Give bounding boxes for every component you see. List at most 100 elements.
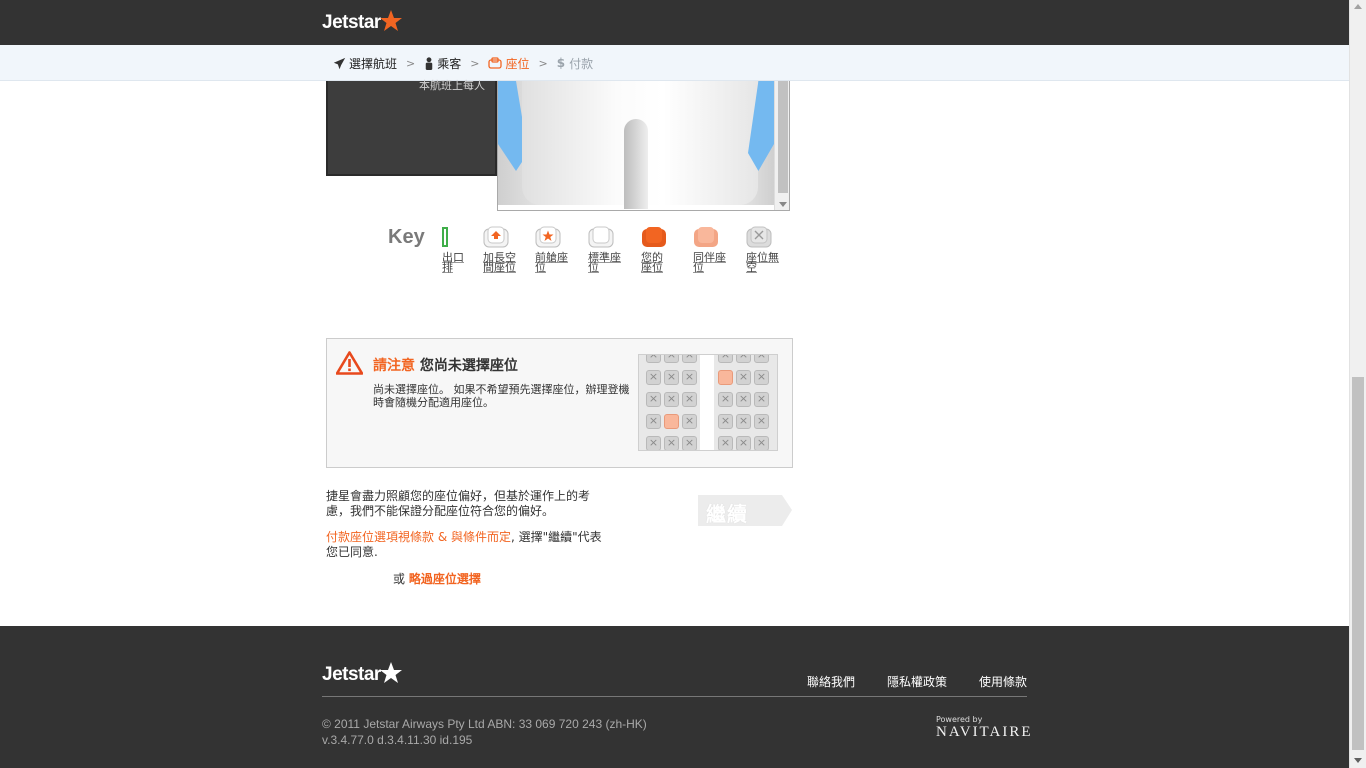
warning-title-text: 您尚未選擇座位 <box>419 358 518 374</box>
jetstar-logo[interactable]: Jetstar <box>322 10 403 36</box>
mini-companion-seat <box>718 370 733 385</box>
seat-map-viewport[interactable] <box>497 81 790 211</box>
scroll-down-arrow-icon[interactable] <box>1354 758 1362 763</box>
mini-unavailable-seat: × <box>646 370 661 385</box>
dollar-icon: $ <box>556 56 566 70</box>
mini-unavailable-seat: × <box>646 392 661 407</box>
breadcrumb-label: 付款 <box>569 56 594 71</box>
star-icon <box>379 662 402 683</box>
no-seat-selected-warning: 請注意 您尚未選擇座位 尚未選擇座位。 如果不希望預先選擇座位，辦理登機時會隨機… <box>326 338 793 468</box>
breadcrumb-step-flights[interactable]: 選擇航班 <box>333 55 397 72</box>
standard-seat-icon <box>588 226 614 248</box>
breadcrumb-step-passengers[interactable]: 乘客 <box>424 55 461 72</box>
scrollbar-thumb[interactable] <box>778 81 788 193</box>
key-unavailable: 座位無空 <box>746 226 798 273</box>
key-label: 前艙座位 <box>535 251 568 274</box>
warning-title-highlight: 請注意 <box>373 358 415 374</box>
mini-unavailable-seat: × <box>664 436 679 450</box>
continue-button-label: 繼續 <box>706 502 748 526</box>
seat-map-scrollbar[interactable] <box>774 81 789 210</box>
page-footer: Jetstar 聯絡我們 隱私權政策 使用條款 © 2011 Jetstar A… <box>0 626 1349 768</box>
warning-body: 尚未選擇座位。 如果不希望預先選擇座位，辦理登機時會隨機分配適用座位。 <box>373 383 630 409</box>
page-scrollbar[interactable] <box>1349 0 1366 768</box>
key-companion-seat: 同伴座位 <box>693 226 745 273</box>
mini-unavailable-seat: × <box>682 370 697 385</box>
powered-by-text: Powered by <box>936 715 983 724</box>
chevron-right-icon: > <box>470 56 480 70</box>
key-standard: 標準座位 <box>588 226 640 273</box>
footer-link-terms[interactable]: 使用條款 <box>979 673 1027 690</box>
continue-button[interactable]: 繼續 <box>698 495 792 526</box>
extra-legroom-seat-icon <box>483 226 509 248</box>
person-icon <box>425 56 433 70</box>
skip-prefix: 或 <box>393 572 406 586</box>
breadcrumb-label: 座位 <box>505 56 530 71</box>
plane-illustration <box>498 81 774 209</box>
mini-aisle <box>700 355 714 450</box>
mini-unavailable-seat: × <box>736 436 751 450</box>
powered-by-navitaire: Powered by NAVITAIRE <box>936 715 1033 741</box>
mini-unavailable-seat: × <box>754 414 769 429</box>
breadcrumb-step-seats[interactable]: 座位 <box>488 55 529 72</box>
key-front-cabin: 前艙座位 <box>535 226 587 273</box>
mini-unavailable-seat: × <box>736 355 751 363</box>
top-header: Jetstar <box>0 0 1349 45</box>
chevron-right-icon: > <box>406 56 416 70</box>
breadcrumb: 選擇航班 > 乘客 > 座位 > $ 付款 <box>333 45 593 81</box>
copyright-text: © 2011 Jetstar Airways Pty Ltd ABN: 33 0… <box>322 717 647 731</box>
logo-text: Jetstar <box>322 12 381 33</box>
key-extra-legroom: 加長空間座位 <box>483 226 535 273</box>
footer-jetstar-logo[interactable]: Jetstar <box>322 662 403 686</box>
your-seat-icon <box>642 227 666 247</box>
front-cabin-seat-icon <box>535 226 561 248</box>
mini-unavailable-seat: × <box>682 355 697 363</box>
key-label: 出口排 <box>442 251 464 274</box>
mini-unavailable-seat: × <box>664 370 679 385</box>
footer-link-privacy[interactable]: 隱私權政策 <box>887 673 947 690</box>
key-label: 同伴座位 <box>693 251 726 274</box>
fare-info-text: 本航班上每人 <box>419 79 485 92</box>
key-title: Key <box>388 226 425 248</box>
mini-unavailable-seat: × <box>736 392 751 407</box>
exit-row-icon <box>442 227 448 247</box>
mini-unavailable-seat: × <box>682 436 697 450</box>
page-scrollbar-thumb[interactable] <box>1352 377 1364 750</box>
footer-copyright: © 2011 Jetstar Airways Pty Ltd ABN: 33 0… <box>322 716 647 748</box>
mini-unavailable-seat: × <box>646 355 661 363</box>
footer-links: 聯絡我們 隱私權政策 使用條款 <box>807 673 1027 690</box>
scroll-up-arrow-icon[interactable] <box>1354 4 1362 9</box>
mini-unavailable-seat: × <box>754 355 769 363</box>
version-text: v.3.4.77.0 d.3.4.11.30 id.195 <box>322 733 473 747</box>
unavailable-seat-icon <box>746 226 772 248</box>
breadcrumb-bar: 選擇航班 > 乘客 > 座位 > $ 付款 <box>0 45 1349 81</box>
plane-tail <box>624 119 648 209</box>
mini-unavailable-seat: × <box>664 355 679 363</box>
fare-info-box: 本航班上每人 <box>326 79 497 176</box>
skip-seat-selection-link[interactable]: 略過座位選擇 <box>409 572 481 586</box>
navitaire-logo-text: NAVITAIRE <box>936 724 1033 740</box>
mini-unavailable-seat: × <box>664 392 679 407</box>
key-your-seat: 您的座位 <box>641 226 693 273</box>
terms-link[interactable]: 付款座位選項視條款 & 與條件而定 <box>326 530 511 544</box>
mini-unavailable-seat: × <box>718 355 733 363</box>
mini-unavailable-seat: × <box>682 392 697 407</box>
mini-unavailable-seat: × <box>754 392 769 407</box>
mini-seat-map-illustration: × × × × × × × × × × × × × × × × × × × × × × × × × × × × <box>638 354 778 451</box>
star-icon <box>379 10 402 31</box>
mini-unavailable-seat: × <box>646 436 661 450</box>
breadcrumb-label: 選擇航班 <box>349 56 398 71</box>
chevron-right-icon: > <box>538 56 548 70</box>
scroll-down-arrow-icon[interactable] <box>779 202 787 207</box>
mini-companion-seat <box>664 414 679 429</box>
mini-unavailable-seat: × <box>646 414 661 429</box>
footer-link-contact[interactable]: 聯絡我們 <box>807 673 855 690</box>
mini-unavailable-seat: × <box>682 414 697 429</box>
seat-icon <box>488 57 503 69</box>
seat-preference-note: 捷星會盡力照顧您的座位偏好，但基於運作上的考慮，我們不能保證分配座位符合您的偏好… <box>326 489 591 518</box>
mini-unavailable-seat: × <box>736 414 751 429</box>
key-label: 標準座位 <box>588 251 621 274</box>
companion-seat-icon <box>694 227 718 247</box>
skip-seat-selection: 或 略過座位選擇 <box>393 570 481 587</box>
key-label: 您的座位 <box>641 251 663 274</box>
footer-divider <box>322 696 1027 697</box>
